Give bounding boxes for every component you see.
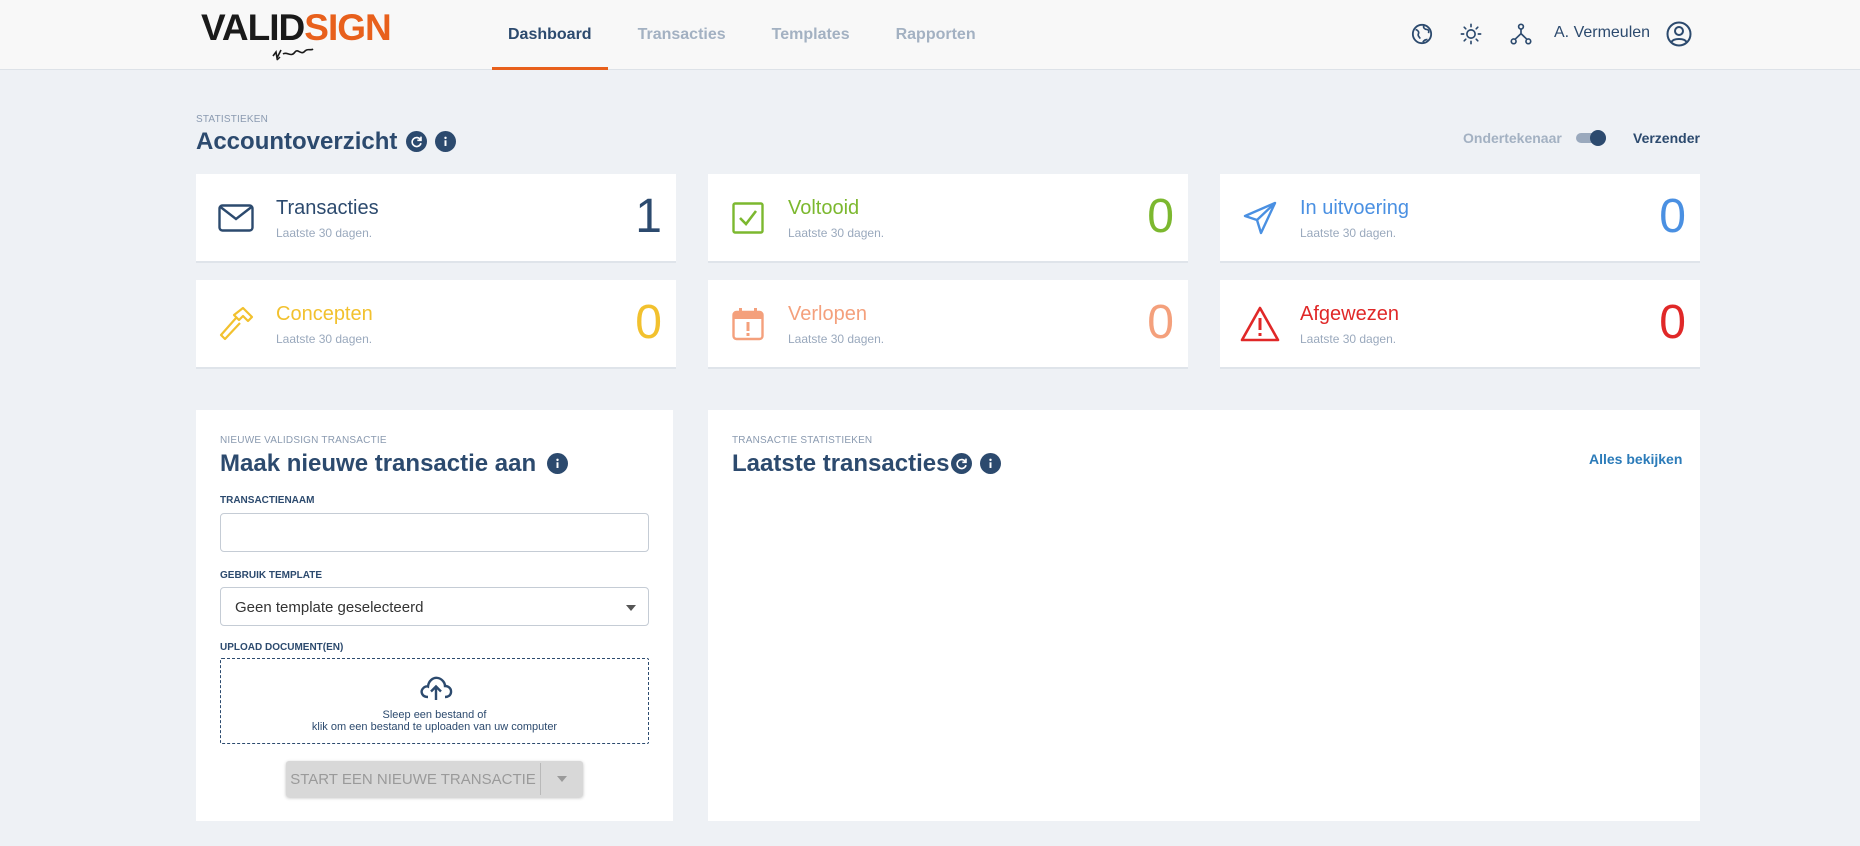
stat-title: Afgewezen — [1300, 303, 1399, 325]
stat-subtitle: Laatste 30 dagen. — [788, 332, 885, 346]
upload-hint-line2: klik om een bestand te uploaden van uw c… — [311, 721, 558, 733]
network-icon[interactable] — [1508, 21, 1534, 47]
stat-value: 0 — [1147, 296, 1174, 349]
stat-value: 0 — [1147, 190, 1174, 243]
stat-subtitle: Laatste 30 dagen. — [788, 226, 885, 240]
stat-card-verlopen[interactable]: Verlopen Laatste 30 dagen. 0 — [708, 280, 1188, 369]
stat-value: 0 — [1659, 190, 1686, 243]
stat-card-transacties[interactable]: Transacties Laatste 30 dagen. 1 — [196, 174, 676, 263]
warning-icon — [1240, 304, 1280, 344]
logo-text-part2: SIGN — [304, 7, 391, 48]
globe-icon[interactable] — [1409, 21, 1435, 47]
stat-title: Voltooid — [788, 197, 860, 219]
info-icon[interactable] — [980, 453, 1001, 474]
chevron-down-icon — [557, 776, 567, 782]
top-navigation-bar: VALIDSIGN Dashboard Transacties Template… — [0, 0, 1860, 70]
upload-label: UPLOAD DOCUMENT(EN) — [220, 642, 344, 653]
signature-icon — [272, 48, 314, 61]
nav-dashboard-label: Dashboard — [508, 26, 592, 43]
stat-card-voltooid[interactable]: Voltooid Laatste 30 dagen. 0 — [708, 174, 1188, 263]
stat-subtitle: Laatste 30 dagen. — [1300, 226, 1397, 240]
new-transaction-section-label: NIEUWE VALIDSIGN TRANSACTIE — [220, 435, 387, 446]
paper-plane-icon — [1240, 198, 1280, 238]
refresh-icon[interactable] — [406, 131, 427, 152]
start-transaction-split-button: START EEN NIEUWE TRANSACTIE — [286, 761, 583, 797]
stat-card-afgewezen[interactable]: Afgewezen Laatste 30 dagen. 0 — [1220, 280, 1700, 369]
stat-title: Concepten — [276, 303, 373, 325]
calendar-alert-icon — [728, 304, 768, 344]
template-label: GEBRUIK TEMPLATE — [220, 570, 323, 581]
start-transaction-dropdown[interactable] — [541, 761, 583, 797]
nav-dashboard[interactable]: Dashboard — [492, 0, 608, 70]
stat-value: 0 — [635, 296, 662, 349]
toggle-label-ondertekenaar[interactable]: Ondertekenaar — [1463, 130, 1562, 146]
hammer-icon — [216, 304, 256, 344]
info-icon[interactable] — [547, 453, 568, 474]
validsign-logo[interactable]: VALIDSIGN — [201, 6, 401, 62]
checkbox-icon — [728, 198, 768, 238]
chevron-down-icon — [626, 605, 636, 611]
upload-hint-line1: Sleep een bestand of — [382, 709, 487, 721]
stat-title: Verlopen — [788, 303, 867, 325]
stat-card-in-uitvoering[interactable]: In uitvoering Laatste 30 dagen. 0 — [1220, 174, 1700, 263]
latest-section-label: TRANSACTIE STATISTIEKEN — [732, 435, 873, 446]
latest-transactions-title: Laatste transacties — [732, 450, 950, 477]
transaction-name-label: TRANSACTIENAAM — [220, 495, 315, 506]
sun-icon[interactable] — [1458, 21, 1484, 47]
overview-section-label: STATISTIEKEN — [196, 114, 269, 125]
toggle-knob — [1590, 130, 1606, 146]
nav-templates[interactable]: Templates — [756, 0, 866, 70]
logo-text-part1: VALID — [201, 7, 305, 48]
start-transaction-button[interactable]: START EEN NIEUWE TRANSACTIE — [286, 761, 540, 797]
toggle-label-verzender[interactable]: Verzender — [1633, 130, 1700, 146]
stat-card-concepten[interactable]: Concepten Laatste 30 dagen. 0 — [196, 280, 676, 369]
role-toggle[interactable] — [1576, 130, 1606, 146]
nav-rapporten[interactable]: Rapporten — [880, 0, 992, 70]
stat-title: Transacties — [276, 197, 379, 219]
stat-subtitle: Laatste 30 dagen. — [1300, 332, 1397, 346]
nav-rapporten-label: Rapporten — [895, 26, 976, 43]
stat-value: 0 — [1659, 296, 1686, 349]
stat-title: In uitvoering — [1300, 197, 1409, 219]
latest-transactions-panel: TRANSACTIE STATISTIEKEN Laatste transact… — [708, 410, 1700, 821]
upload-dropzone[interactable]: Sleep een bestand of klik om een bestand… — [220, 658, 649, 744]
user-circle-icon[interactable] — [1665, 20, 1693, 48]
transaction-name-input[interactable] — [220, 513, 649, 552]
template-select[interactable]: Geen template geselecteerd — [220, 587, 649, 626]
nav-transacties-label: Transacties — [637, 26, 726, 43]
overview-title: Accountoverzicht — [196, 128, 398, 155]
envelope-icon — [216, 198, 256, 238]
nav-transacties[interactable]: Transacties — [622, 0, 742, 70]
refresh-icon[interactable] — [951, 453, 972, 474]
stat-subtitle: Laatste 30 dagen. — [276, 332, 373, 346]
stat-subtitle: Laatste 30 dagen. — [276, 226, 373, 240]
info-icon[interactable] — [435, 131, 456, 152]
template-select-value: Geen template geselecteerd — [235, 599, 424, 616]
nav-templates-label: Templates — [771, 26, 850, 43]
stat-value: 1 — [635, 190, 662, 243]
new-transaction-panel: NIEUWE VALIDSIGN TRANSACTIE Maak nieuwe … — [196, 410, 673, 821]
main-nav: Dashboard Transacties Templates Rapporte… — [492, 0, 992, 70]
cloud-upload-icon — [420, 676, 453, 700]
user-name[interactable]: A. Vermeulen — [1554, 24, 1650, 42]
view-all-link[interactable]: Alles bekijken — [1589, 451, 1682, 467]
new-transaction-title: Maak nieuwe transactie aan — [220, 450, 537, 477]
